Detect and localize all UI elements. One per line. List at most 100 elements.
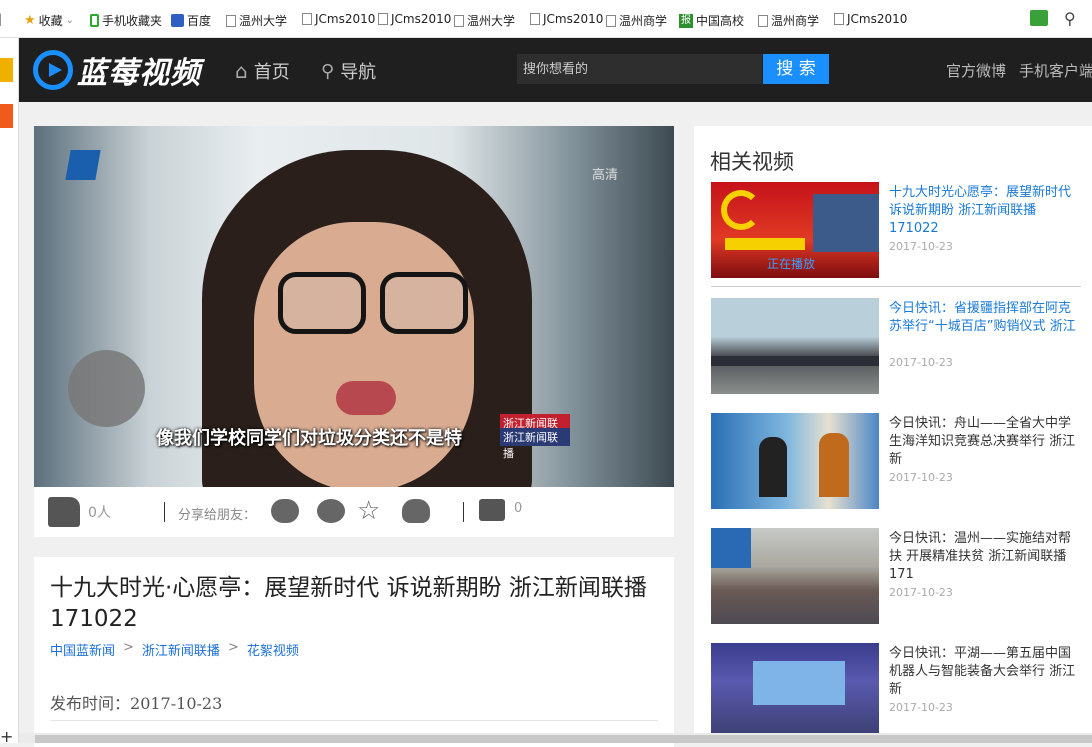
bookmark-item[interactable]: JCms2010 bbox=[530, 12, 603, 26]
bookmark-item[interactable]: 温州商学 bbox=[606, 12, 667, 29]
page-icon bbox=[226, 14, 236, 27]
publish-date: 2017-10-23 bbox=[130, 694, 223, 713]
related-video-item[interactable]: 今日快讯：省援疆指挥部在阿克苏举行“十城百店”购销仪式 浙江 2017-10-2… bbox=[711, 298, 1081, 394]
bao-icon: 报 bbox=[679, 13, 693, 28]
video-thumbnail[interactable] bbox=[711, 413, 879, 509]
star-icon: ★ bbox=[24, 13, 36, 28]
comment-icon[interactable] bbox=[479, 499, 505, 521]
location-pin-icon: ⚲ bbox=[321, 60, 335, 82]
article-info: 十九大时光·心愿亭：展望新时代 诉说新期盼 浙江新闻联播 171022 中国蓝新… bbox=[34, 557, 674, 747]
related-video-date: 2017-10-23 bbox=[889, 471, 953, 484]
related-video-item[interactable]: 今日快讯：平湖——第五届中国机器人与智能装备大会举行 浙江新 2017-10-2… bbox=[711, 643, 1081, 739]
video-player[interactable]: 高清 浙江新闻联播 浙江新闻联播 像我们学校同学们对垃圾分类还不是特 bbox=[34, 126, 674, 487]
like-count: 0人 bbox=[88, 505, 111, 521]
qq-icon[interactable] bbox=[402, 499, 430, 523]
reader-icon[interactable] bbox=[1030, 10, 1048, 26]
related-video-date: 2017-10-23 bbox=[889, 240, 953, 253]
page-icon bbox=[302, 13, 312, 25]
page-icon bbox=[454, 14, 464, 27]
play-button[interactable] bbox=[68, 350, 145, 427]
search-icon[interactable]: ⚲ bbox=[1064, 9, 1076, 28]
breadcrumb-separator: > bbox=[227, 640, 239, 655]
page-title: 十九大时光·心愿亭：展望新时代 诉说新期盼 浙江新闻联播 171022 bbox=[50, 575, 647, 632]
related-video-item[interactable]: 今日快讯：舟山——全省大中学生海洋知识竞赛总决赛举行 浙江新 2017-10-2… bbox=[711, 413, 1081, 509]
bookmark-item[interactable]: 报中国高校 bbox=[679, 12, 744, 29]
video-frame-glasses-right bbox=[380, 272, 468, 334]
scrollbar-thumb[interactable] bbox=[35, 735, 1092, 743]
party-emblem-icon bbox=[721, 190, 761, 230]
bookmark-baidu[interactable]: 百度 bbox=[171, 12, 211, 29]
thumb-detail bbox=[813, 194, 879, 252]
divider bbox=[50, 720, 658, 721]
nav-guide[interactable]: ⚲ 导航 bbox=[321, 58, 376, 84]
related-video-item[interactable]: 正在播放 十九大时光心愿亭：展望新时代 诉说新期盼 浙江新闻联播 171022 … bbox=[711, 182, 1081, 287]
search-input[interactable] bbox=[517, 54, 762, 84]
page-icon bbox=[834, 13, 844, 25]
breadcrumb: 中国蓝新闻 > 浙江新闻联播 > 花絮视频 bbox=[50, 640, 299, 659]
related-videos-title: 相关视频 bbox=[710, 150, 794, 174]
bookmark-item[interactable]: JCms2010 bbox=[834, 12, 907, 26]
video-thumbnail[interactable] bbox=[711, 643, 879, 739]
related-video-title[interactable]: 今日快讯：平湖——第五届中国机器人与智能装备大会举行 浙江新 bbox=[889, 645, 1079, 699]
weibo-share-icon[interactable] bbox=[317, 499, 345, 523]
video-thumbnail[interactable] bbox=[711, 528, 879, 624]
bookmark-item[interactable]: 温州商学 bbox=[758, 12, 819, 29]
thumb-detail bbox=[759, 437, 787, 497]
official-weibo-link[interactable]: 官方微博 bbox=[946, 60, 1006, 81]
share-label: 分享给朋友： bbox=[178, 508, 257, 523]
bookmark-item[interactable]: JCms2010 bbox=[378, 12, 451, 26]
video-action-bar: 0人 分享给朋友： ☆ 0 bbox=[34, 487, 674, 537]
search-button[interactable]: 搜 索 bbox=[763, 54, 829, 84]
related-video-title[interactable]: 今日快讯：舟山——全省大中学生海洋知识竞赛总决赛举行 浙江新 bbox=[889, 415, 1079, 469]
video-subtitle: 像我们学校同学们对垃圾分类还不是特 bbox=[156, 428, 462, 449]
video-thumbnail[interactable]: 正在播放 bbox=[711, 182, 879, 278]
nav-home[interactable]: ⌂ 首页 bbox=[235, 58, 290, 84]
page-icon bbox=[606, 14, 616, 27]
bookmarks-bar: | ★ 收藏 ⌄ 手机收藏夹 百度 温州大学 JCms2010 JCms2010 温… bbox=[0, 0, 1092, 38]
phone-icon bbox=[90, 14, 99, 27]
page-icon bbox=[530, 13, 540, 25]
breadcrumb-item[interactable]: 花絮视频 bbox=[247, 640, 299, 659]
favorite-star-icon[interactable]: ☆ bbox=[357, 498, 385, 524]
related-video-title[interactable]: 今日快讯：省援疆指挥部在阿克苏举行“十城百店”购销仪式 浙江 bbox=[889, 300, 1079, 336]
breadcrumb-item[interactable]: 中国蓝新闻 bbox=[50, 640, 115, 659]
play-logo-icon bbox=[33, 50, 73, 90]
bookmark-item[interactable]: JCms2010 bbox=[302, 12, 375, 26]
plus-icon[interactable]: + bbox=[0, 727, 13, 746]
news-tag-secondary: 浙江新闻联播 bbox=[500, 428, 570, 460]
site-logo[interactable]: 蓝莓视频 bbox=[33, 48, 201, 92]
divider bbox=[164, 502, 165, 522]
publish-label: 发布时间： bbox=[50, 694, 131, 713]
related-video-title[interactable]: 今日快讯：温州——实施结对帮扶 开展精准扶贫 浙江新闻联播 171 bbox=[889, 530, 1079, 584]
horizontal-scrollbar[interactable] bbox=[19, 733, 1092, 743]
logo-text: 蓝莓视频 bbox=[77, 56, 201, 91]
related-video-item[interactable]: 今日快讯：温州——实施结对帮扶 开展精准扶贫 浙江新闻联播 171 2017-1… bbox=[711, 528, 1081, 624]
breadcrumb-item[interactable]: 浙江新闻联播 bbox=[142, 640, 220, 659]
channel-logo-icon bbox=[65, 150, 101, 180]
weibo-icon[interactable] bbox=[0, 104, 13, 128]
hd-badge: 高清 bbox=[592, 168, 619, 183]
mobile-client-link[interactable]: 手机客户端 bbox=[1019, 60, 1092, 81]
thumb-detail bbox=[819, 433, 849, 497]
related-video-title[interactable]: 十九大时光心愿亭：展望新时代 诉说新期盼 浙江新闻联播 171022 bbox=[889, 184, 1079, 238]
bookmark-item[interactable]: 温州大学 bbox=[454, 12, 515, 29]
wechat-icon[interactable] bbox=[271, 499, 299, 523]
divider bbox=[463, 502, 464, 522]
thumb-detail bbox=[711, 528, 751, 568]
like-button[interactable]: 0人 bbox=[48, 497, 111, 527]
related-video-date: 2017-10-23 bbox=[889, 701, 953, 714]
bookmark-mobile[interactable]: 手机收藏夹 bbox=[90, 12, 162, 29]
favorites-icon[interactable] bbox=[0, 58, 13, 82]
video-thumbnail[interactable] bbox=[711, 298, 879, 394]
thumbs-up-icon bbox=[48, 497, 80, 527]
bookmark-item[interactable]: 温州大学 bbox=[226, 12, 287, 29]
video-frame-glasses-left bbox=[278, 272, 366, 334]
site-header: 蓝莓视频 ⌂ 首页 ⚲ 导航 搜 索 官方微博 手机客户端 bbox=[19, 38, 1092, 102]
page-icon bbox=[758, 14, 768, 27]
bookmark-favorites[interactable]: ★ 收藏 ⌄ bbox=[24, 12, 74, 29]
publish-time: 发布时间：2017-10-23 bbox=[50, 690, 222, 714]
thumb-detail bbox=[711, 356, 879, 366]
chevron-down-icon[interactable]: ⌄ bbox=[66, 15, 74, 26]
bookmarks-edge: | bbox=[0, 12, 3, 26]
page-icon bbox=[378, 13, 388, 25]
